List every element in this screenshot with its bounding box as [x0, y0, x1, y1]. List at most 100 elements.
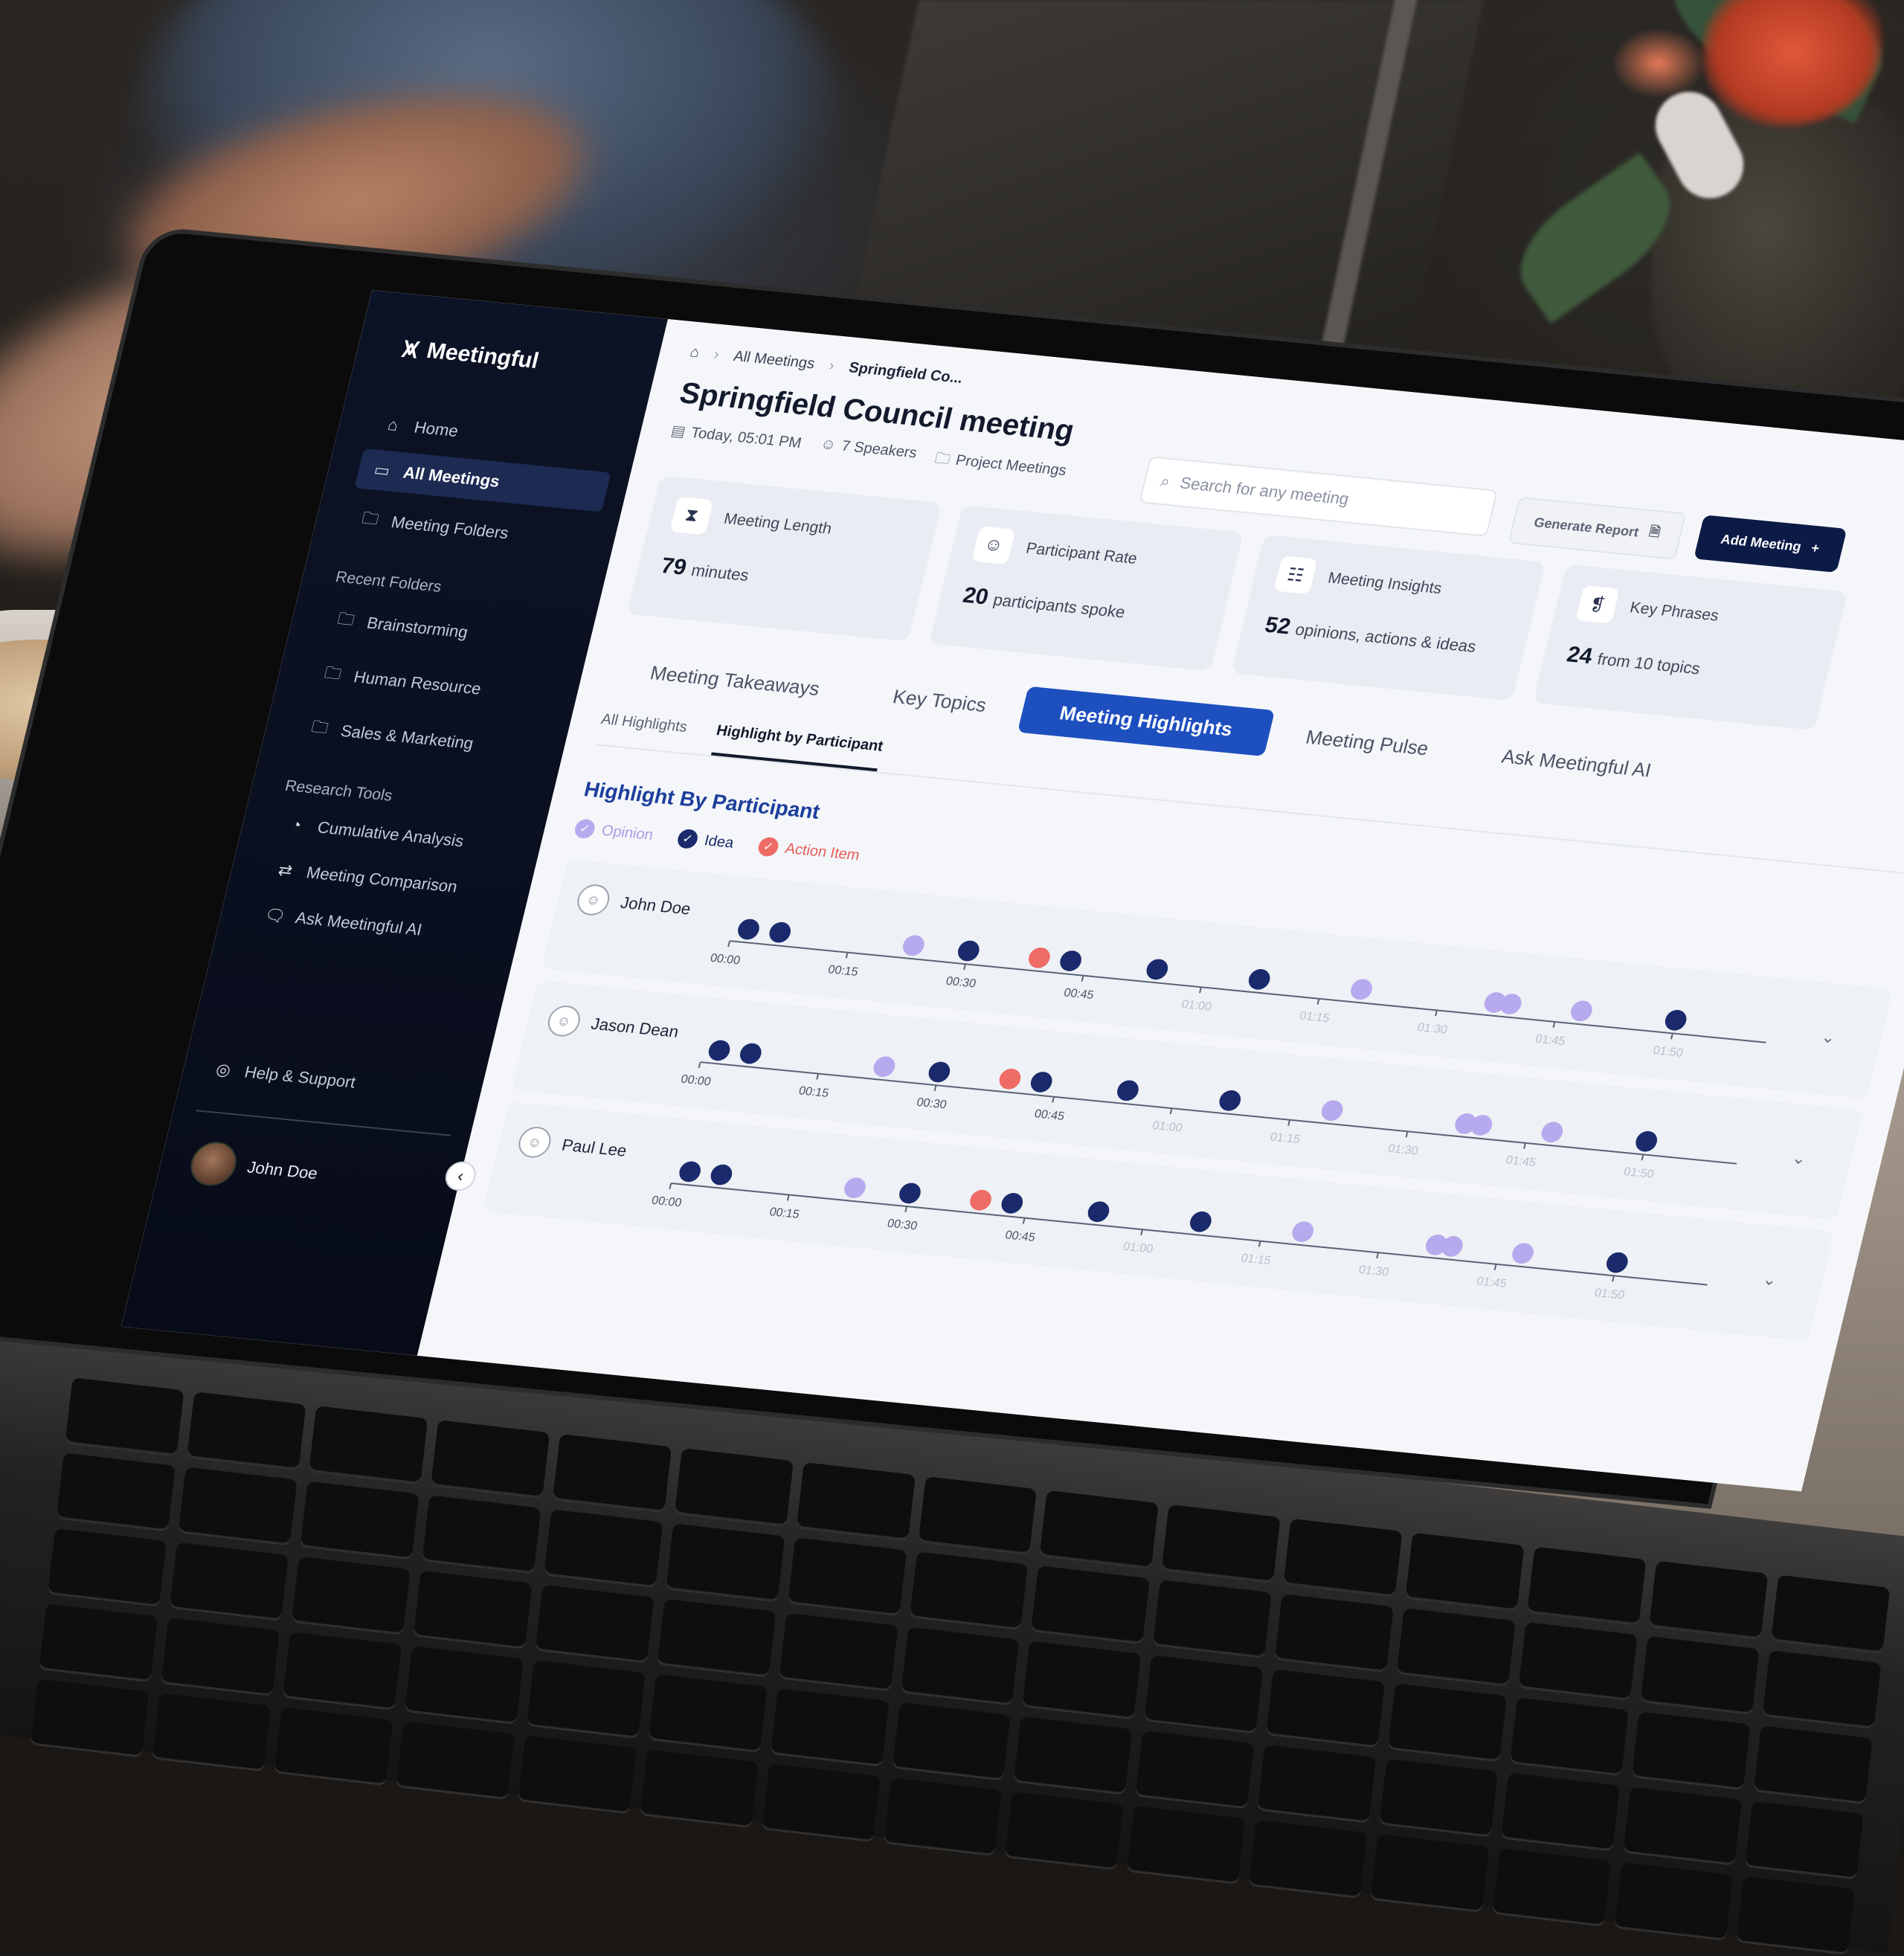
stat-label: Participant Rate [1024, 539, 1139, 567]
highlight-marker-opinion[interactable] [1348, 978, 1374, 1000]
keyboard-key [648, 1673, 768, 1752]
highlight-marker-action-item[interactable] [997, 1068, 1023, 1090]
keyboard-key [430, 1420, 550, 1498]
help-support-link[interactable]: ◎ Help & Support [211, 1059, 358, 1092]
keyboard-key [1283, 1518, 1403, 1597]
highlight-marker-opinion[interactable] [901, 934, 927, 956]
highlight-marker-idea[interactable] [1188, 1211, 1214, 1233]
meeting-folder[interactable]: 🗀 Project Meetings [932, 447, 1069, 485]
highlight-marker-opinion[interactable] [1540, 1121, 1566, 1143]
timeline-tick-label: 01:50 [1593, 1286, 1626, 1302]
tab-key-topics[interactable]: Key Topics [851, 670, 1029, 733]
participant-name: ☺ Jason Dean [544, 1004, 682, 1047]
brand-logo[interactable]: ⩙ Meetingful [399, 332, 640, 387]
highlight-marker-idea[interactable] [1000, 1192, 1026, 1215]
keyboard-key [1518, 1621, 1638, 1700]
timeline-tick-label: 00:45 [1033, 1107, 1066, 1122]
user-profile[interactable]: John Doe [186, 1139, 323, 1195]
timeline-tick-label: 01:15 [1269, 1130, 1302, 1146]
subtab-highlight-by-participant[interactable]: Highlight by Participant [710, 722, 885, 772]
highlight-marker-opinion[interactable] [842, 1177, 868, 1199]
main-content: ⌂ › All Meetings › Springfield Co... Spr… [416, 319, 1904, 1492]
highlight-marker-action-item[interactable] [968, 1189, 994, 1212]
keyboard-key [1405, 1532, 1525, 1611]
tab-meeting-takeaways[interactable]: Meeting Takeaways [608, 646, 862, 716]
keyboard-key [1257, 1744, 1377, 1823]
stat-unit: participants spoke [991, 590, 1128, 622]
timeline-tick [963, 964, 967, 971]
home-icon[interactable]: ⌂ [688, 344, 701, 361]
stat-unit: minutes [689, 560, 751, 585]
tab-meeting-highlights[interactable]: Meeting Highlights [1017, 686, 1275, 756]
keyboard-key [918, 1476, 1038, 1554]
highlight-marker-idea[interactable] [707, 1039, 733, 1061]
keyboard-key [1753, 1725, 1873, 1804]
stat-value: 79 [658, 553, 689, 580]
highlight-marker-idea[interactable] [1058, 950, 1084, 972]
highlight-marker-idea[interactable] [1029, 1071, 1055, 1093]
timeline-tick-label: 00:15 [768, 1205, 801, 1220]
highlight-marker-idea[interactable] [736, 918, 762, 940]
sidebar-item-label: Human Resource [352, 667, 483, 698]
keyboard-key [1013, 1716, 1133, 1795]
tab-meeting-pulse[interactable]: Meeting Pulse [1264, 710, 1470, 776]
checkbox-idea: ✓ [675, 828, 700, 849]
highlight-marker-idea[interactable] [1604, 1252, 1630, 1274]
highlight-marker-opinion[interactable] [872, 1055, 898, 1078]
timeline-tick [1316, 998, 1320, 1005]
generate-report-button[interactable]: Generate Report 🗎 [1508, 496, 1686, 560]
highlight-marker-idea[interactable] [1663, 1009, 1689, 1032]
tab-ask-ai[interactable]: Ask Meetingful AI [1459, 730, 1693, 797]
breadcrumb-all-meetings[interactable]: All Meetings [732, 348, 817, 373]
highlight-marker-idea[interactable] [1218, 1090, 1244, 1112]
highlight-marker-idea[interactable] [1145, 958, 1171, 980]
timeline-tick [1552, 1021, 1556, 1028]
keyboard-key [48, 1528, 167, 1606]
keyboard-key [1162, 1504, 1281, 1583]
user-icon: ☺ [515, 1125, 554, 1159]
highlight-marker-opinion[interactable] [1569, 1000, 1595, 1022]
red-flower [1614, 30, 1703, 97]
highlight-marker-idea[interactable] [1115, 1079, 1141, 1101]
timeline-tick-label: 01:30 [1416, 1020, 1449, 1036]
sidebar-item-label: All Meetings [401, 463, 502, 491]
stat-label: Meeting Length [722, 509, 834, 538]
highlight-marker-idea[interactable] [927, 1061, 953, 1083]
sidebar-item-label: Sales & Marketing [338, 721, 476, 753]
highlight-marker-idea[interactable] [1086, 1200, 1112, 1223]
timeline-tick-label: 01:15 [1240, 1251, 1273, 1267]
keyboard-key [1248, 1820, 1368, 1898]
highlight-marker-idea[interactable] [738, 1042, 764, 1064]
highlight-marker-idea[interactable] [1247, 968, 1273, 991]
subtab-all-highlights[interactable]: All Highlights [596, 711, 689, 752]
stat-unit: from 10 topics [1595, 649, 1702, 678]
chevron-down-icon[interactable]: ⌄ [1819, 1027, 1837, 1047]
keyboard-key [770, 1688, 890, 1766]
keyboard-key [517, 1735, 637, 1814]
highlight-marker-idea[interactable] [1633, 1130, 1659, 1153]
highlight-marker-opinion[interactable] [1290, 1220, 1316, 1243]
highlight-marker-action-item[interactable] [1026, 947, 1052, 969]
highlight-marker-idea[interactable] [767, 921, 793, 944]
sidebar-divider [196, 1110, 451, 1136]
highlight-marker-idea[interactable] [677, 1160, 703, 1183]
chevron-down-icon[interactable]: ⌄ [1790, 1148, 1808, 1168]
highlight-marker-idea[interactable] [709, 1163, 735, 1185]
keyboard-key [152, 1693, 271, 1772]
legend-opinion[interactable]: ✓ Opinion [573, 818, 655, 845]
timeline-tick-label: 01:00 [1180, 997, 1213, 1013]
highlight-marker-opinion[interactable] [1510, 1242, 1536, 1264]
legend-idea[interactable]: ✓ Idea [675, 828, 736, 853]
meeting-folder-text: Project Meetings [953, 451, 1069, 480]
participant-name: ☺ John Doe [573, 883, 694, 924]
add-meeting-button[interactable]: Add Meeting + [1694, 515, 1847, 573]
highlight-marker-idea[interactable] [956, 939, 982, 962]
highlight-marker-opinion[interactable] [1319, 1099, 1345, 1122]
stat-value: 52 [1262, 612, 1293, 640]
chevron-down-icon[interactable]: ⌄ [1760, 1270, 1779, 1290]
highlight-marker-idea[interactable] [897, 1182, 923, 1204]
timeline-tick [1022, 1217, 1026, 1224]
legend-action-item[interactable]: ✓ Action Item [756, 836, 862, 866]
keyboard-key [1527, 1546, 1647, 1625]
plus-icon: + [1810, 540, 1821, 556]
